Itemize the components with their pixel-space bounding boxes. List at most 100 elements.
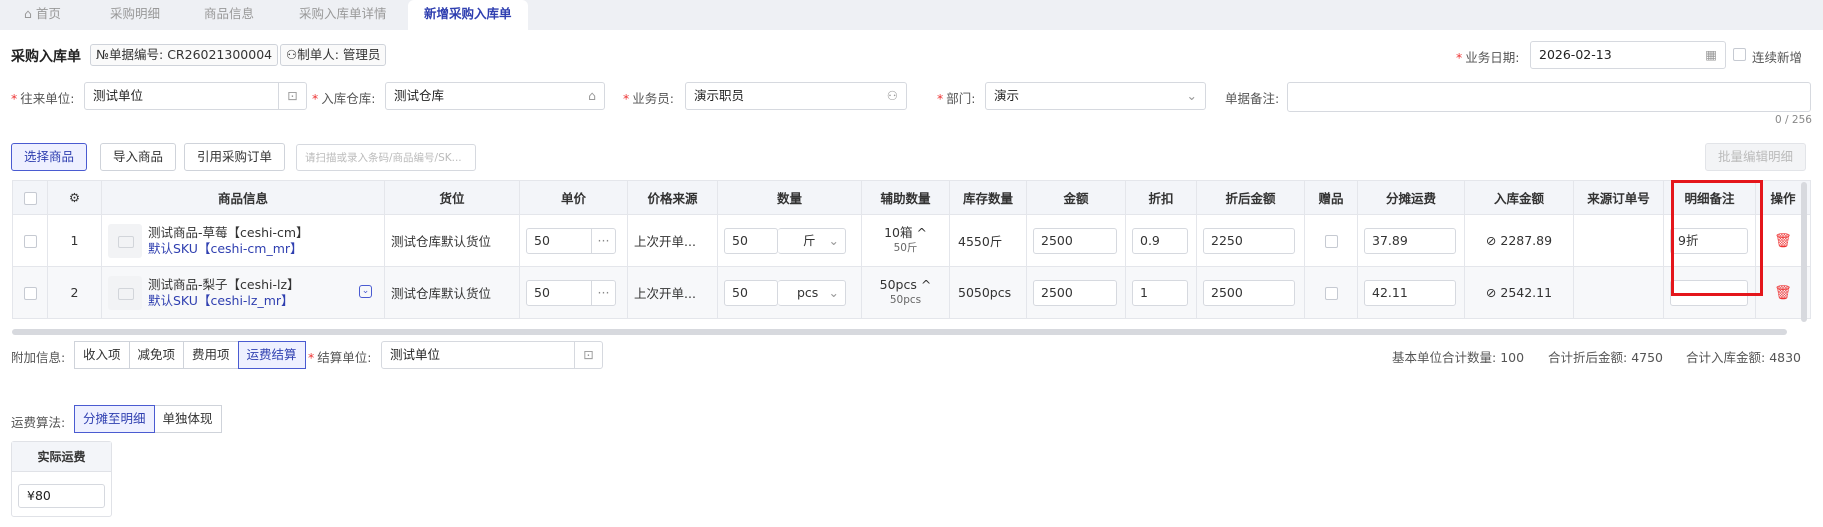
- col-price-source: 价格来源: [627, 180, 718, 215]
- gift-checkbox[interactable]: [1324, 235, 1338, 248]
- salesman-label: * 业务员:: [623, 91, 674, 106]
- chevron-up-icon[interactable]: ^: [916, 225, 926, 240]
- row-checkbox[interactable]: [23, 235, 37, 248]
- price-input[interactable]: 50 ···: [526, 227, 616, 254]
- continue-label: 连续新增: [1752, 50, 1803, 65]
- eye-off-icon[interactable]: ⊘: [1486, 285, 1500, 300]
- delete-icon[interactable]: 🗑: [1774, 233, 1792, 249]
- in-amount-cell: ⊘ 2287.89: [1464, 214, 1574, 267]
- disc-amount-input[interactable]: 2500: [1203, 279, 1295, 306]
- unit-select[interactable]: 斤 ⌄: [778, 227, 846, 254]
- option-separate[interactable]: 单独体现: [153, 405, 222, 433]
- discount-input[interactable]: 0.9: [1132, 227, 1188, 254]
- expand-icon[interactable]: ⌄: [359, 285, 372, 298]
- salesman-select[interactable]: 演示职员 ⚇: [685, 82, 907, 110]
- row-index: 1: [47, 214, 102, 267]
- remark-label: 单据备注:: [1225, 91, 1280, 106]
- chevron-down-icon: ⌄: [828, 284, 839, 300]
- tab-purchase-detail[interactable]: 采购明细: [94, 0, 176, 30]
- sum-disc-amount: 合计折后金额: 4750: [1548, 350, 1664, 365]
- tab-deduction[interactable]: 减免项: [128, 341, 185, 369]
- remark-input[interactable]: [1287, 82, 1811, 112]
- col-goods: 商品信息: [101, 180, 385, 215]
- calendar-icon: ▦: [1705, 47, 1717, 62]
- unit-select[interactable]: pcs ⌄: [778, 279, 846, 306]
- eye-off-icon[interactable]: ⊘: [1486, 233, 1500, 248]
- col-price: 单价: [519, 180, 628, 215]
- col-location: 货位: [384, 180, 520, 215]
- freight-input[interactable]: 37.89: [1364, 227, 1456, 254]
- discount-input[interactable]: 1: [1132, 279, 1188, 306]
- col-in-amount: 入库金额: [1464, 180, 1574, 215]
- qty-input[interactable]: 50: [724, 227, 778, 254]
- col-aux-qty: 辅助数量: [861, 180, 950, 215]
- quote-order-button[interactable]: 引用采购订单: [184, 143, 286, 171]
- tab-expense[interactable]: 费用项: [183, 341, 239, 369]
- col-stock: 库存数量: [949, 180, 1027, 215]
- qty-cell: 50 pcs ⌄: [717, 266, 862, 319]
- more-icon[interactable]: ···: [591, 280, 615, 305]
- extra-tabs: 收入项 减免项 费用项 运费结算: [74, 341, 306, 369]
- image-placeholder-icon: [108, 223, 142, 258]
- col-amount: 金额: [1026, 180, 1126, 215]
- settle-unit-input[interactable]: 测试单位 ⊡: [381, 341, 603, 369]
- col-gift: 赠品: [1304, 180, 1358, 215]
- gift-checkbox[interactable]: [1324, 287, 1338, 300]
- tab-freight-settle[interactable]: 运费结算: [237, 341, 306, 369]
- date-input[interactable]: 2026-02-13 ▦: [1530, 41, 1726, 69]
- continue-checkbox[interactable]: [1733, 48, 1746, 61]
- column-settings[interactable]: ⚙: [47, 180, 102, 215]
- warehouse-select[interactable]: 测试仓库 ⌂: [385, 82, 605, 110]
- row-remark-input[interactable]: [1670, 279, 1748, 306]
- page-title: 采购入库单: [11, 49, 81, 65]
- select-goods-button[interactable]: 选择商品: [11, 143, 88, 171]
- select-all-checkbox[interactable]: [23, 192, 37, 205]
- gift-cell: [1304, 266, 1358, 319]
- option-allocate[interactable]: 分摊至明细: [74, 405, 155, 433]
- amount-input[interactable]: 2500: [1033, 279, 1117, 306]
- actual-freight-input[interactable]: ¥80: [18, 484, 105, 508]
- col-disc-amount: 折后金额: [1196, 180, 1305, 215]
- tab-purchase-in-detail[interactable]: 采购入库单详情: [283, 0, 403, 30]
- settle-picker-icon[interactable]: ⊡: [574, 342, 602, 368]
- image-placeholder-icon: [108, 275, 142, 310]
- location-cell: 测试仓库默认货位: [384, 266, 520, 319]
- freight-cell: 37.89: [1357, 214, 1465, 267]
- tab-home[interactable]: ⌂ 首页: [8, 0, 77, 30]
- price-input[interactable]: 50 ···: [526, 279, 616, 306]
- stock-cell: 5050pcs: [949, 266, 1027, 319]
- dept-select[interactable]: 演示 ⌄: [985, 82, 1206, 110]
- actual-freight-box: 实际运费 ¥80: [11, 441, 112, 517]
- tab-new-purchase-in[interactable]: 新增采购入库单: [408, 0, 528, 30]
- qty-input[interactable]: 50: [724, 279, 778, 306]
- goods-sku: 默认SKU【ceshi-lz_mr】: [148, 292, 294, 308]
- dept-label: * 部门:: [937, 91, 976, 106]
- disc-amount-input[interactable]: 2250: [1203, 227, 1295, 254]
- freight-input[interactable]: 42.11: [1364, 279, 1456, 306]
- gear-icon[interactable]: ⚙: [69, 190, 80, 205]
- import-goods-button[interactable]: 导入商品: [100, 143, 177, 171]
- partner-input[interactable]: 测试单位 ⊡: [84, 82, 307, 110]
- more-icon[interactable]: ···: [591, 228, 615, 253]
- partner-label: * 往来单位:: [11, 91, 75, 106]
- delete-icon[interactable]: 🗑: [1774, 285, 1792, 301]
- user-icon: ⚇: [286, 47, 298, 62]
- row-checkbox[interactable]: [23, 287, 37, 300]
- chevron-up-icon[interactable]: ^: [921, 277, 931, 292]
- source-no-cell: [1573, 266, 1664, 319]
- discount-cell: 1: [1125, 266, 1197, 319]
- location-cell: 测试仓库默认货位: [384, 214, 520, 267]
- gift-cell: [1304, 214, 1358, 267]
- table-vscrollbar[interactable]: [1801, 182, 1807, 322]
- batch-edit-button[interactable]: 批量编辑明细: [1705, 143, 1807, 171]
- col-remark: 明细备注: [1663, 180, 1756, 215]
- tab-goods-info[interactable]: 商品信息: [188, 0, 270, 30]
- sum-in-amount: 合计入库金额: 4830: [1686, 350, 1802, 365]
- amount-input[interactable]: 2500: [1033, 227, 1117, 254]
- tab-income[interactable]: 收入项: [74, 341, 130, 369]
- scan-input[interactable]: 请扫描或录入条码/商品编号/SK...: [296, 144, 476, 171]
- goods-sku: 默认SKU【ceshi-cm_mr】: [148, 240, 303, 256]
- partner-picker-icon[interactable]: ⊡: [278, 83, 306, 109]
- table-scrollbar[interactable]: [12, 329, 1787, 335]
- row-remark-input[interactable]: 9折: [1670, 227, 1748, 254]
